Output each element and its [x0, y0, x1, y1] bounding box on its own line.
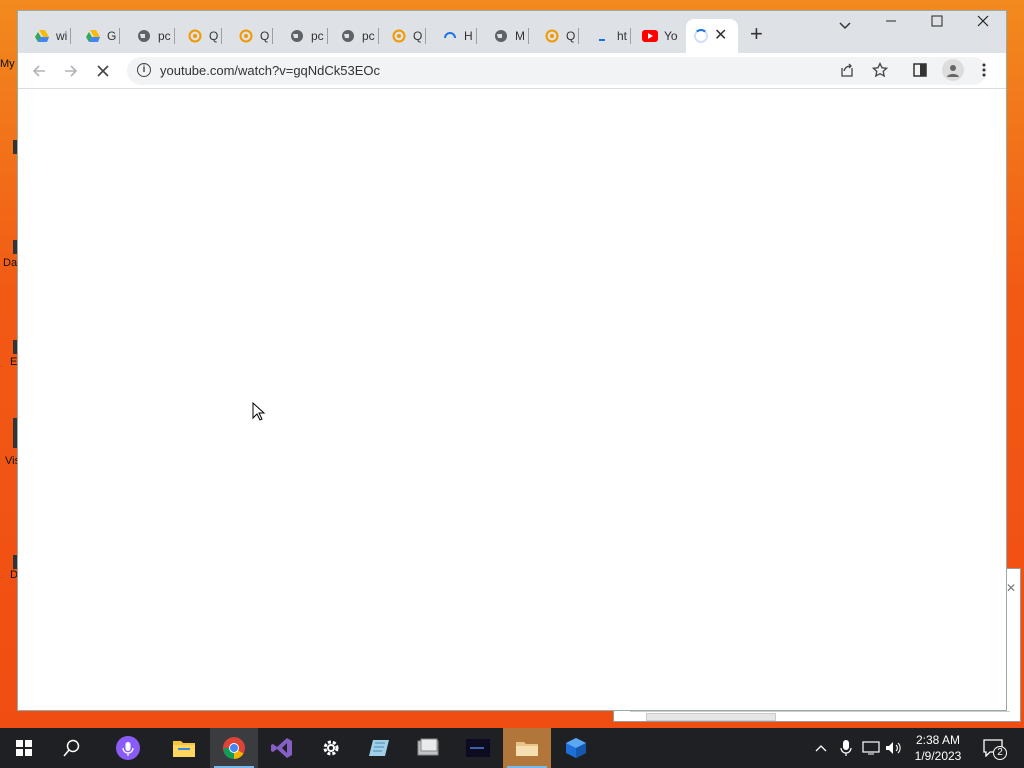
tab-label: Yo — [664, 29, 678, 43]
clock-time: 2:38 AM — [915, 733, 961, 747]
tab[interactable]: Yo — [642, 25, 678, 47]
maximize-button[interactable] — [925, 14, 949, 32]
share-icon[interactable] — [836, 59, 858, 81]
tab-label: wi — [56, 29, 68, 43]
browser-window: wi G pc Q Q pc pc Q H M Q ht Yo ✕ + i yo… — [18, 11, 1006, 710]
side-panel-icon[interactable] — [909, 59, 931, 81]
start-button[interactable] — [0, 728, 48, 768]
tab[interactable]: Q — [544, 25, 580, 47]
tab[interactable]: Q — [391, 25, 427, 47]
microphone-icon[interactable] — [840, 728, 852, 768]
stop-loading-button[interactable] — [92, 60, 114, 82]
notification-badge: 2 — [993, 746, 1007, 760]
folder-icon[interactable] — [503, 728, 551, 768]
tab[interactable]: H — [442, 25, 477, 47]
terminal-icon[interactable] — [454, 728, 502, 768]
settings-icon[interactable] — [307, 728, 355, 768]
globe-icon — [289, 28, 305, 44]
network-icon[interactable] — [862, 728, 880, 768]
bookmark-star-icon[interactable] — [869, 59, 891, 81]
tab-label: pc — [362, 29, 375, 43]
tab[interactable]: pc — [289, 25, 328, 47]
tab[interactable]: wi — [34, 25, 72, 47]
globe-icon — [493, 28, 509, 44]
show-hidden-icons[interactable] — [815, 728, 827, 768]
blank-icon — [595, 28, 611, 44]
tab-active[interactable]: ✕ — [686, 19, 738, 53]
tab[interactable]: pc — [136, 25, 175, 47]
chrome-icon[interactable] — [210, 728, 258, 768]
tab[interactable]: pc — [340, 25, 379, 47]
virtualbox-icon[interactable] — [552, 728, 600, 768]
youtube-icon — [642, 28, 658, 44]
cortana-mic-icon[interactable] — [104, 728, 152, 768]
search-icon[interactable] — [48, 728, 96, 768]
minimize-button[interactable] — [879, 14, 903, 32]
q-icon — [238, 28, 254, 44]
google-drive-icon — [34, 28, 50, 44]
close-tab-icon[interactable]: ✕ — [714, 25, 727, 45]
close-icon[interactable]: ✕ — [1006, 581, 1016, 595]
q-icon — [544, 28, 560, 44]
q-icon — [187, 28, 203, 44]
tab-strip: wi G pc Q Q pc pc Q H M Q ht Yo ✕ + — [18, 11, 1006, 53]
tab-label: Q — [413, 29, 423, 43]
toolbar: i youtube.com/watch?v=gqNdCk53EOc — [18, 53, 1006, 143]
tab-label: Q — [209, 29, 219, 43]
tab-label: G — [107, 29, 117, 43]
tab-label: pc — [158, 29, 171, 43]
tab-label: Q — [260, 29, 270, 43]
scrollbar-thumb[interactable] — [646, 713, 776, 721]
q-icon — [391, 28, 407, 44]
tab[interactable]: M — [493, 25, 529, 47]
tab-label: Q — [566, 29, 576, 43]
new-tab-button[interactable]: + — [750, 23, 763, 45]
clock-date: 1/9/2023 — [914, 749, 962, 763]
address-bar[interactable]: i youtube.com/watch?v=gqNdCk53EOc — [127, 57, 987, 85]
globe-icon — [340, 28, 356, 44]
notification-center-icon[interactable]: 2 — [983, 728, 1007, 768]
tab-search-icon[interactable] — [833, 17, 857, 35]
app-icon-2[interactable] — [405, 728, 453, 768]
url-text[interactable]: youtube.com/watch?v=gqNdCk53EOc — [160, 63, 380, 78]
google-drive-icon — [85, 28, 101, 44]
tab[interactable]: ht — [595, 25, 632, 47]
file-explorer-icon[interactable] — [160, 728, 208, 768]
desktop-label-my: My — [0, 58, 15, 70]
loading-spinner-icon — [694, 29, 708, 43]
tab-label: ht — [617, 29, 628, 43]
loading-icon — [442, 28, 458, 44]
tab-label: pc — [311, 29, 324, 43]
forward-button[interactable] — [60, 60, 82, 82]
tab-label: H — [464, 29, 473, 43]
visual-studio-icon[interactable] — [258, 728, 306, 768]
site-info-icon[interactable]: i — [137, 63, 151, 77]
menu-kebab-icon[interactable] — [973, 59, 995, 81]
taskbar: 2:38 AM 1/9/2023 2 — [0, 728, 1024, 768]
clock[interactable]: 2:38 AM 1/9/2023 — [908, 732, 968, 764]
mouse-cursor-icon — [252, 401, 266, 427]
globe-icon — [136, 28, 152, 44]
tab[interactable]: Q — [238, 25, 274, 47]
tab[interactable]: Q — [187, 25, 223, 47]
app-icon[interactable] — [356, 728, 404, 768]
page-content[interactable] — [18, 89, 1006, 710]
back-button[interactable] — [28, 60, 50, 82]
horizontal-scrollbar[interactable] — [630, 711, 1010, 721]
tab-label: M — [515, 29, 525, 43]
profile-avatar-icon[interactable] — [942, 59, 964, 81]
close-window-button[interactable] — [971, 14, 995, 32]
volume-icon[interactable] — [885, 728, 903, 768]
tab[interactable]: G — [85, 25, 121, 47]
